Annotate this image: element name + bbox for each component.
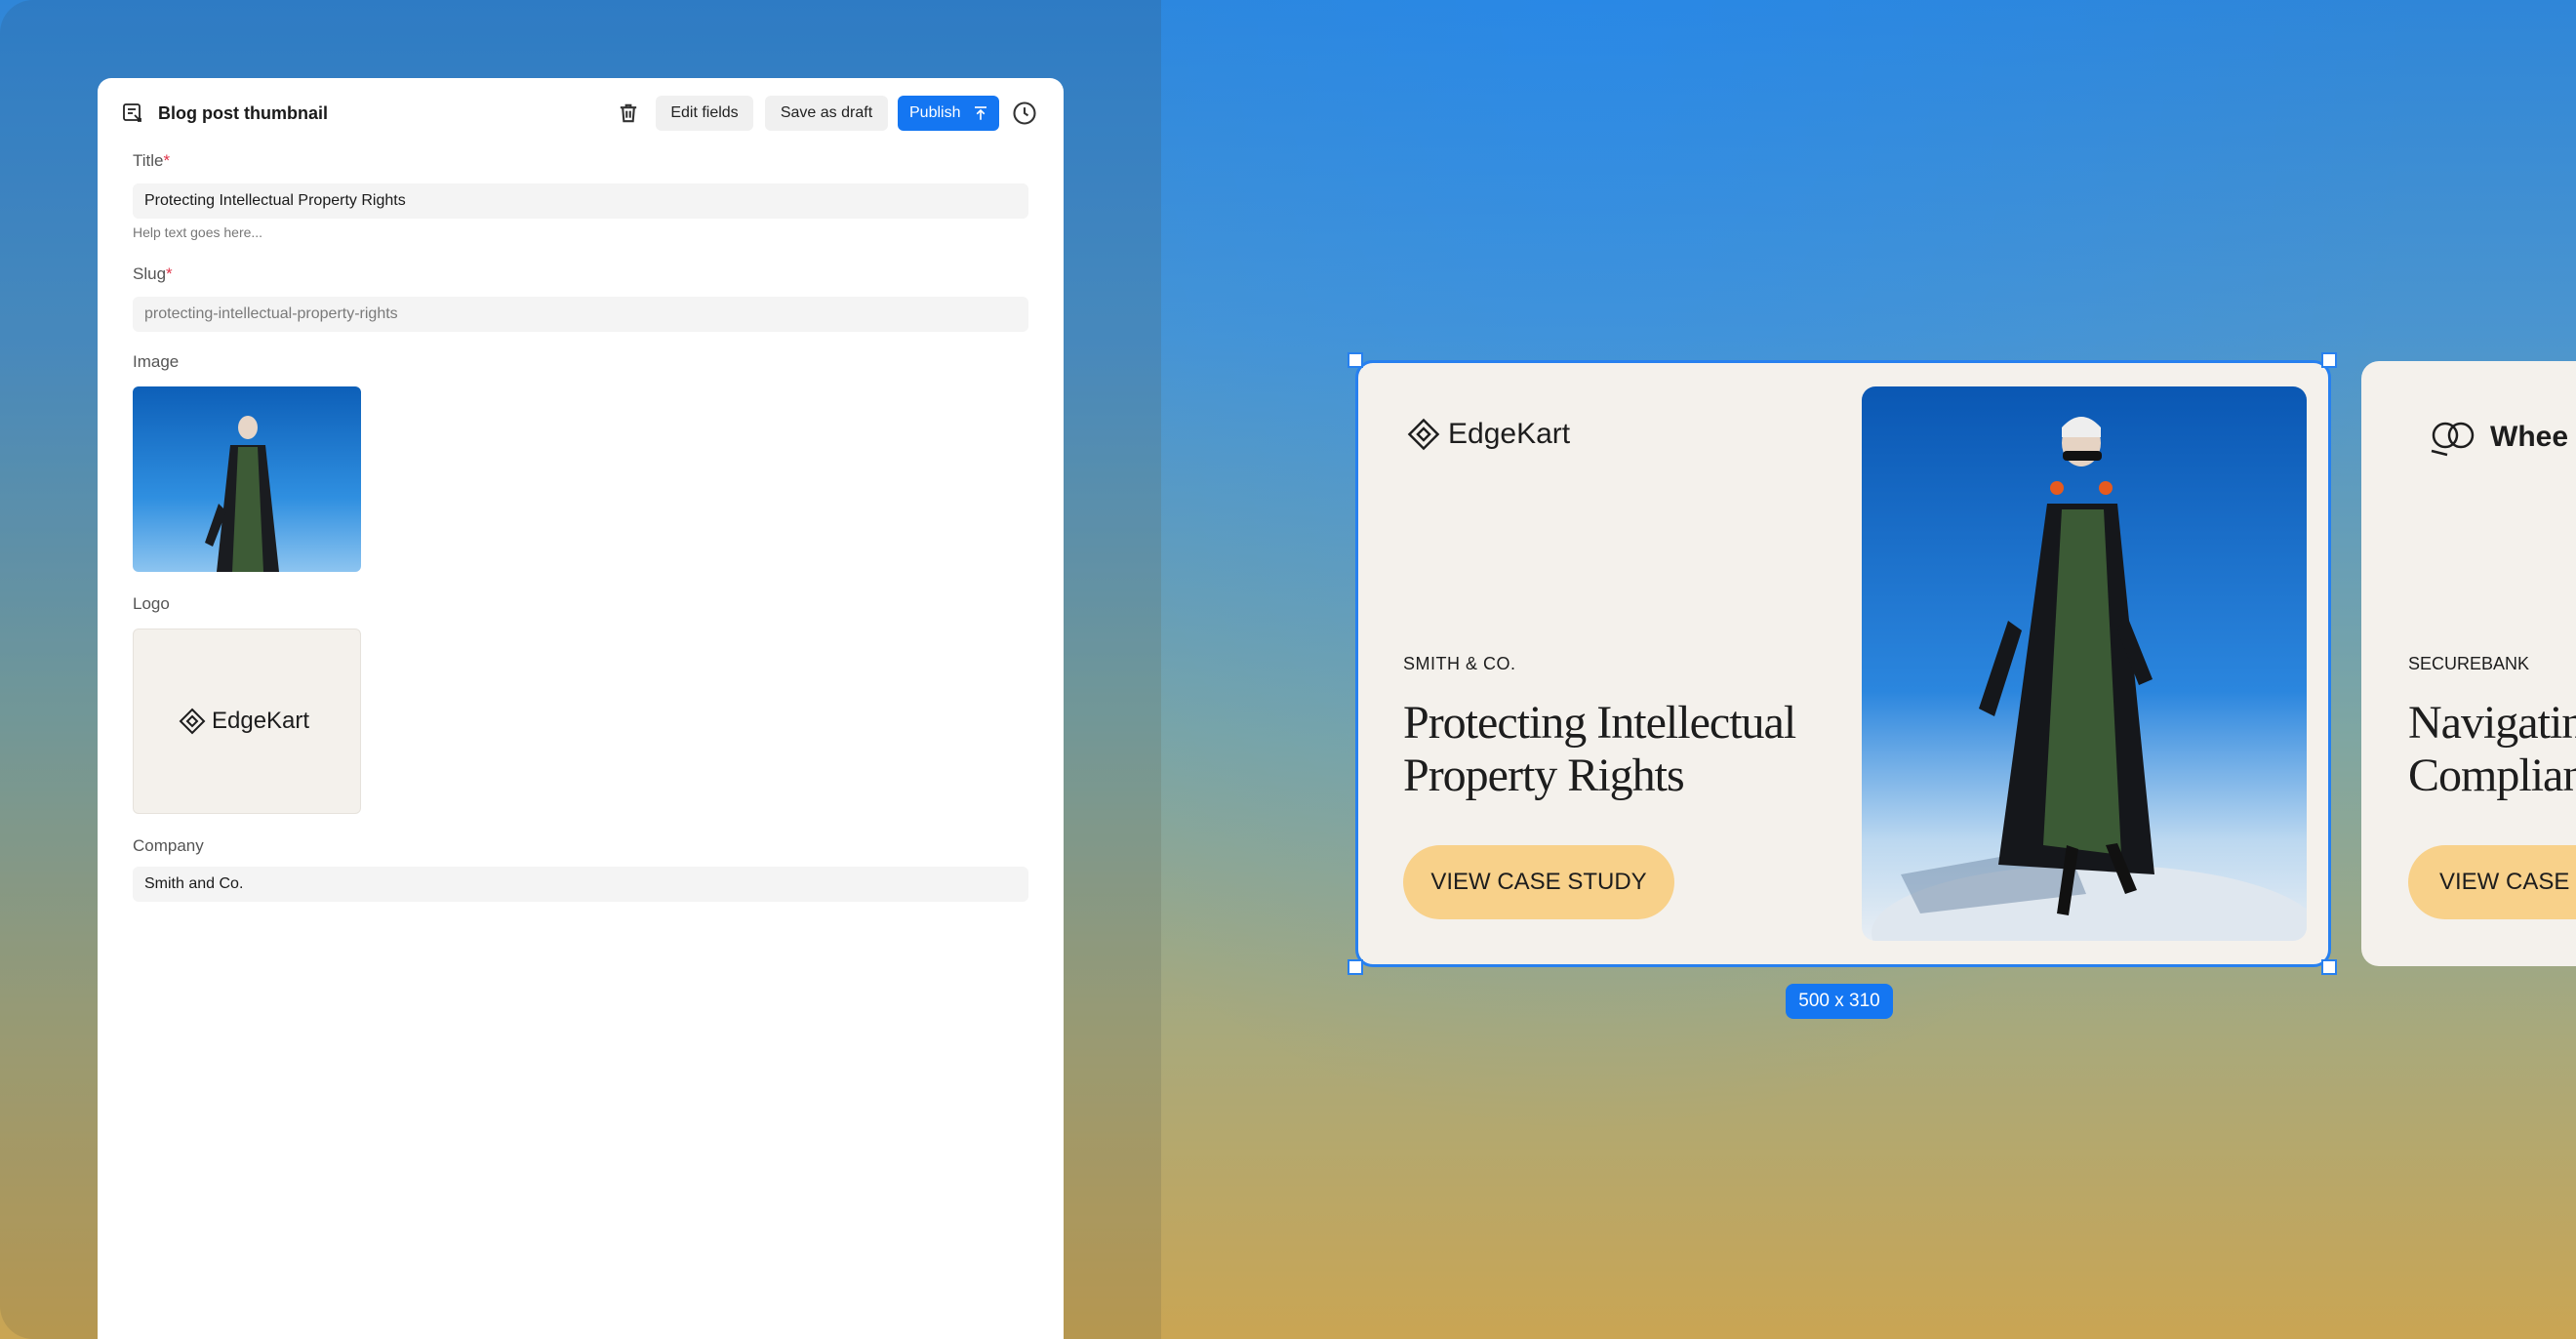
title-input[interactable]: Protecting Intellectual Property Rights: [133, 183, 1028, 219]
title-help-text: Help text goes here...: [133, 224, 263, 240]
slug-input[interactable]: protecting-intellectual-property-rights: [133, 297, 1028, 332]
image-thumbnail[interactable]: [133, 386, 361, 572]
next-card-title: Navigating Complianc: [2408, 697, 2576, 801]
logo-field-label: Logo: [133, 594, 170, 613]
edit-fields-button[interactable]: Edit fields: [656, 96, 753, 131]
next-card-logo-text: Whee: [2490, 421, 2569, 453]
resize-handle-bottom-right[interactable]: [2321, 959, 2337, 975]
next-thumbnail-card[interactable]: Whee SECUREBANK Navigating Complianc VIE…: [2361, 361, 2576, 966]
next-card-company: SECUREBANK: [2408, 654, 2530, 673]
slug-field-label: Slug*: [133, 264, 173, 283]
next-card-logo: Whee: [2428, 418, 2568, 457]
editor-title: Blog post thumbnail: [158, 103, 328, 123]
editor-toolbar: Blog post thumbnail Edit fields Save as …: [98, 78, 1064, 148]
company-field-label: Company: [133, 836, 204, 855]
publish-label: Publish: [909, 104, 961, 121]
template-icon: [123, 103, 141, 122]
title-field-label: Title*: [133, 151, 171, 170]
trash-icon[interactable]: [615, 100, 642, 127]
logo-thumbnail[interactable]: EdgeKart: [133, 629, 361, 814]
model-photo-thumb: [205, 416, 279, 572]
history-icon[interactable]: [1011, 100, 1038, 127]
next-card-cta-button[interactable]: VIEW CASE S: [2408, 845, 2576, 919]
selection-outline: [1355, 360, 2331, 967]
wheel-logo-icon: [2431, 422, 2475, 457]
resize-handle-top-right[interactable]: [2321, 352, 2337, 368]
publish-button[interactable]: Publish: [898, 96, 999, 131]
upload-icon: [975, 106, 986, 120]
dimensions-badge: 500 x 310: [1786, 984, 1893, 1019]
image-field-label: Image: [133, 352, 180, 371]
company-input[interactable]: Smith and Co.: [133, 867, 1028, 902]
editor-panel: Blog post thumbnail Edit fields Save as …: [98, 78, 1064, 1339]
resize-handle-bottom-left[interactable]: [1348, 959, 1363, 975]
resize-handle-top-left[interactable]: [1348, 352, 1363, 368]
edgekart-logo-icon: [179, 708, 206, 735]
app-root: Blog post thumbnail Edit fields Save as …: [0, 0, 2576, 1339]
logo-thumbnail-text: EdgeKart: [212, 708, 310, 734]
save-draft-button[interactable]: Save as draft: [765, 96, 888, 131]
